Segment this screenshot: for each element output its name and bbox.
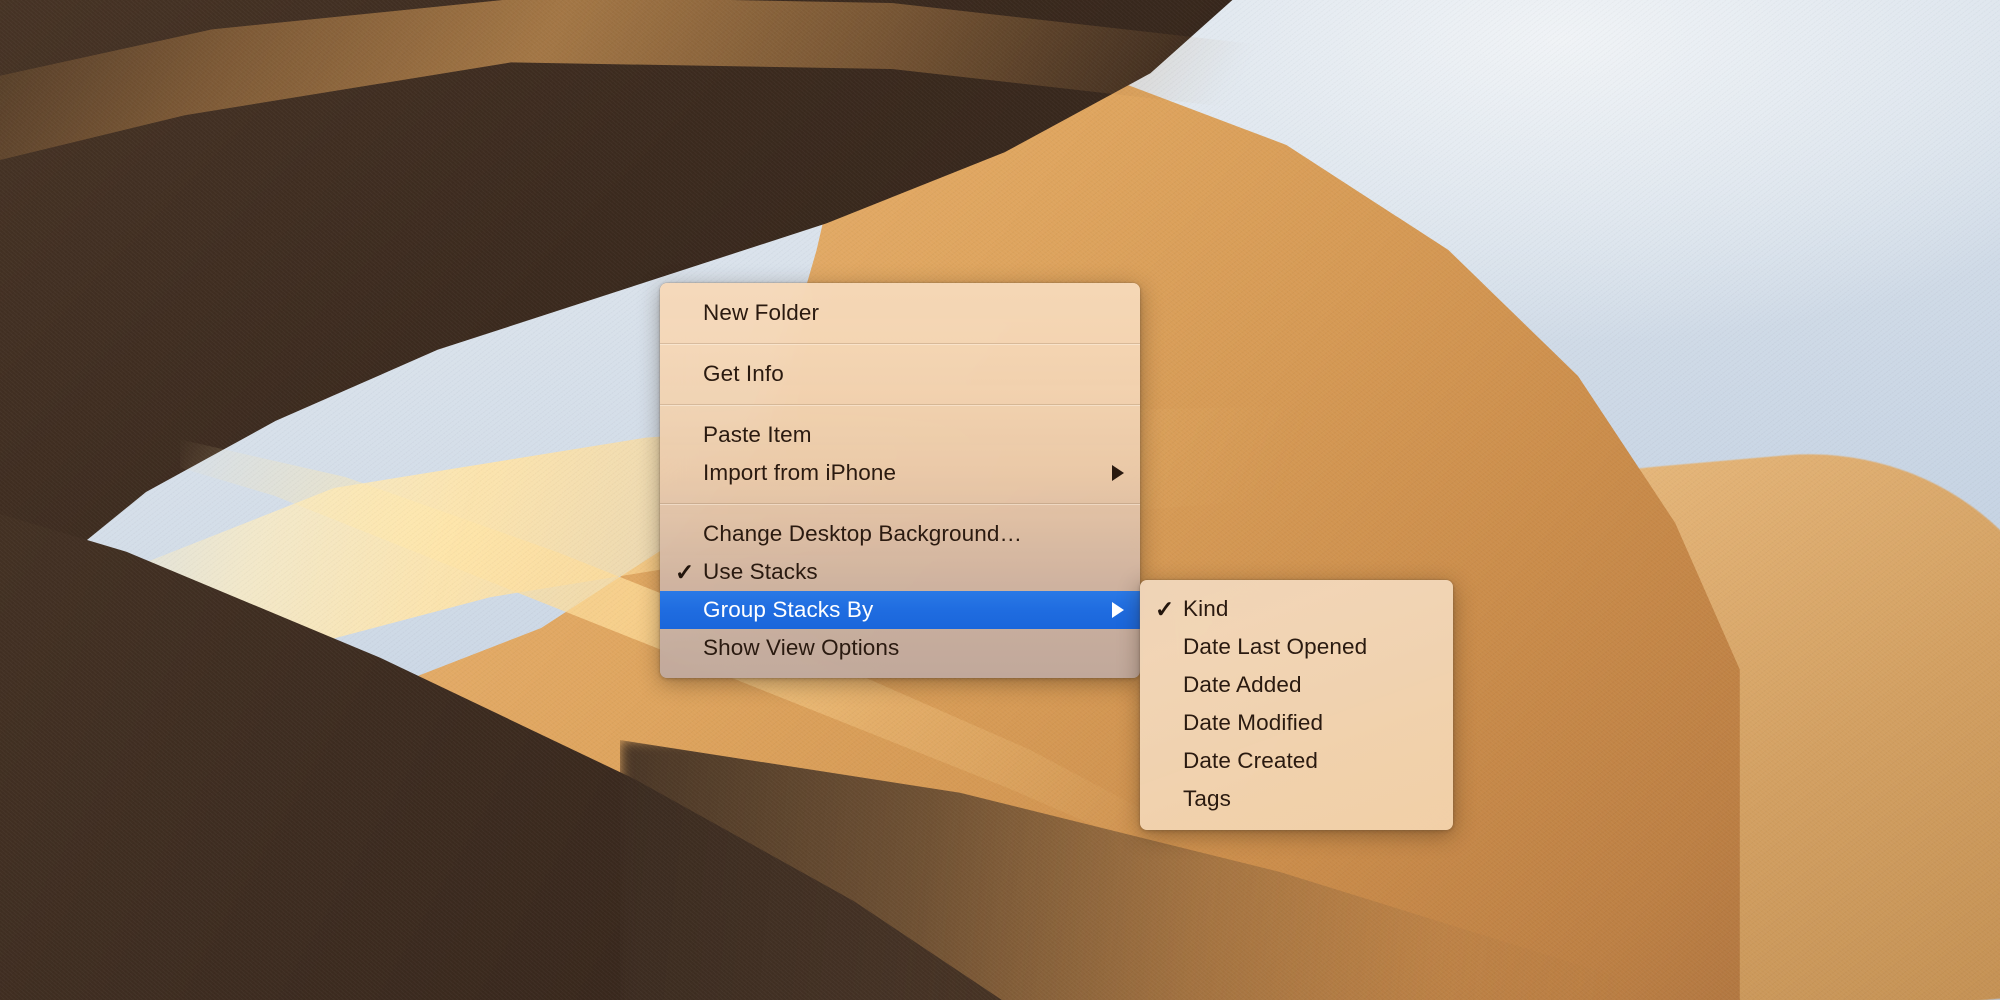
menu-item-import-from-iphone[interactable]: Import from iPhone	[660, 454, 1140, 492]
menu-item-label: Date Created	[1183, 747, 1319, 773]
menu-item-label: Get Info	[703, 360, 784, 386]
menu-item-show-view-options[interactable]: Show View Options	[660, 629, 1140, 667]
menu-section: Get Info	[660, 344, 1140, 404]
desktop-context-menu[interactable]: New Folder Get Info Paste Item Import from …	[660, 283, 1140, 678]
menu-section-spacer	[660, 393, 1140, 404]
menu-item-label: Kind	[1183, 595, 1229, 621]
checkmark-icon: ✓	[675, 558, 695, 585]
menu-item-label: Change Desktop Background…	[703, 520, 1023, 546]
menu-item-label: Group Stacks By	[703, 596, 874, 622]
desktop[interactable]: New Folder Get Info Paste Item Import from …	[0, 0, 2000, 1000]
menu-section: Paste Item Import from iPhone	[660, 405, 1140, 503]
menu-item-tags[interactable]: Tags	[1140, 780, 1453, 818]
menu-item-label: Date Last Opened	[1183, 633, 1368, 659]
menu-item-label: Use Stacks	[703, 558, 818, 584]
menu-item-paste-item[interactable]: Paste Item	[660, 416, 1140, 454]
menu-section-spacer	[1140, 580, 1453, 590]
menu-item-new-folder[interactable]: New Folder	[660, 294, 1140, 332]
menu-section-spacer	[660, 667, 1140, 678]
group-stacks-by-submenu[interactable]: ✓ Kind Date Last Opened Date Added Date Modi…	[1140, 580, 1453, 830]
menu-item-label: Date Modified	[1183, 709, 1324, 735]
menu-section-spacer	[660, 344, 1140, 355]
menu-item-label: Import from iPhone	[703, 459, 897, 485]
menu-section-spacer	[660, 504, 1140, 515]
menu-item-use-stacks[interactable]: ✓ Use Stacks	[660, 553, 1140, 591]
menu-item-label: Tags	[1183, 785, 1231, 811]
menu-item-label: New Folder	[703, 299, 820, 325]
menu-section-spacer	[660, 283, 1140, 294]
checkmark-icon: ✓	[1155, 595, 1175, 622]
menu-section: New Folder	[660, 283, 1140, 343]
menu-item-date-last-opened[interactable]: Date Last Opened	[1140, 628, 1453, 666]
menu-section-spacer	[660, 405, 1140, 416]
menu-section-spacer	[1140, 818, 1453, 830]
menu-item-date-created[interactable]: Date Created	[1140, 742, 1453, 780]
menu-item-date-modified[interactable]: Date Modified	[1140, 704, 1453, 742]
menu-item-group-stacks-by[interactable]: Group Stacks By	[660, 591, 1140, 629]
menu-section-spacer	[660, 492, 1140, 503]
menu-item-label: Date Added	[1183, 671, 1302, 697]
menu-item-get-info[interactable]: Get Info	[660, 355, 1140, 393]
menu-item-date-added[interactable]: Date Added	[1140, 666, 1453, 704]
submenu-arrow-icon	[1112, 602, 1124, 618]
menu-item-label: Paste Item	[703, 421, 812, 447]
submenu-arrow-icon	[1112, 465, 1124, 481]
menu-section: Change Desktop Background… ✓ Use Stacks Gro…	[660, 504, 1140, 678]
menu-item-label: Show View Options	[703, 634, 900, 660]
menu-item-change-desktop-background[interactable]: Change Desktop Background…	[660, 515, 1140, 553]
menu-section-spacer	[660, 332, 1140, 343]
menu-item-kind[interactable]: ✓ Kind	[1140, 590, 1453, 628]
